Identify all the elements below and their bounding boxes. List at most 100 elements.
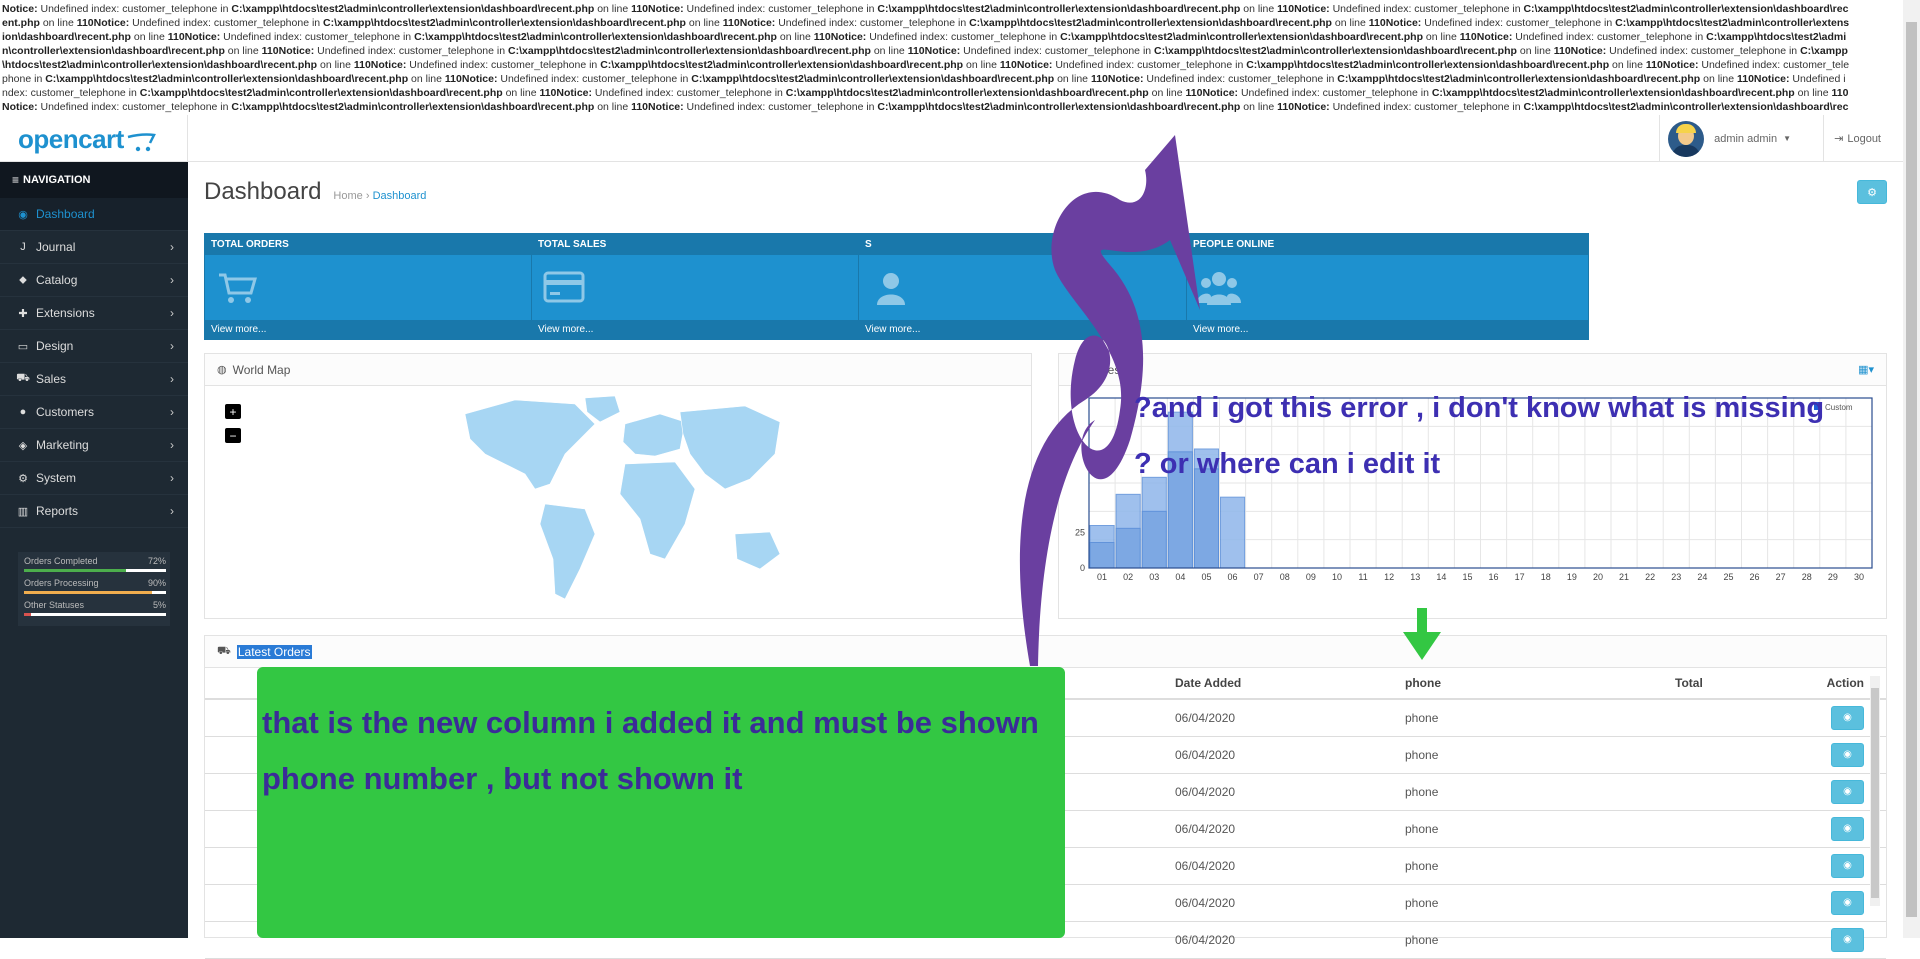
cell-total [1675, 847, 1795, 885]
sidebar-item-label: Journal [36, 240, 76, 254]
view-order-button[interactable]: ◉ [1831, 853, 1864, 878]
breadcrumb-current[interactable]: Dashboard [373, 190, 427, 202]
page-header: Dashboard Home › Dashboard [204, 178, 426, 206]
cell-total [1675, 773, 1795, 811]
dashboard-icon: ◉ [18, 208, 28, 221]
sidebar-item-label: System [36, 471, 77, 485]
view-order-button[interactable]: ◉ [1831, 705, 1864, 730]
eye-icon: ◉ [1843, 934, 1852, 945]
cell-date-added: 06/04/2020 [1175, 884, 1405, 922]
breadcrumb-home[interactable]: Home [333, 190, 362, 202]
world-map-panel: ◍ World Map + − [204, 353, 1032, 619]
cell-phone: phone [1405, 699, 1675, 737]
panel-heading: ◍ World Map [205, 354, 1031, 386]
cell-phone: phone [1405, 921, 1675, 959]
sidebar-item-extensions[interactable]: ✚ Extensions › [0, 297, 188, 330]
map-asia [679, 405, 781, 490]
eye-icon: ◉ [1843, 823, 1852, 834]
chart-x-tick-label: 16 [1489, 572, 1499, 582]
logout-link[interactable]: ⇥ Logout [1823, 115, 1881, 162]
chevron-right-icon: › [170, 372, 174, 386]
avatar [1668, 120, 1705, 157]
stat-percent: 5% [152, 600, 166, 610]
sidebar-item-catalog[interactable]: ⬥ Catalog › [0, 264, 188, 297]
nav-header[interactable]: ≡ NAVIGATION [0, 162, 188, 198]
column-header-phone[interactable]: phone [1405, 668, 1675, 700]
sidebar-item-customers[interactable]: ● Customers › [0, 396, 188, 429]
sidebar-item-system[interactable]: ⚙ System › [0, 462, 188, 495]
chart-x-tick-label: 23 [1671, 572, 1681, 582]
view-order-button[interactable]: ◉ [1831, 816, 1864, 841]
sidebar-item-design[interactable]: ▭ Design › [0, 330, 188, 363]
column-header-total[interactable]: Total [1675, 668, 1795, 700]
stat-percent: 90% [147, 578, 166, 588]
tile-view-more-link[interactable]: View more... [1187, 320, 1588, 339]
world-map[interactable] [445, 394, 785, 619]
opencart-logo[interactable]: opencart [18, 124, 156, 155]
stat-label: Orders Processing [24, 578, 99, 588]
stat-progress-fill [24, 613, 32, 616]
sidebar-item-label: Design [36, 339, 74, 353]
sidebar-item-label: Customers [36, 405, 95, 419]
eye-icon: ◉ [1843, 749, 1852, 760]
sidebar-item-journal[interactable]: J Journal › [0, 231, 188, 264]
stat-progress-bar [24, 569, 166, 572]
cell-date-added: 06/04/2020 [1175, 736, 1405, 774]
stat-row: Orders Completed 72% [24, 556, 166, 572]
column-header-date-added[interactable]: Date Added [1175, 668, 1405, 700]
eye-icon: ◉ [1843, 712, 1852, 724]
tile-footer-label: View more... [211, 324, 267, 335]
chart-x-tick-label: 27 [1776, 572, 1786, 582]
sidebar-item-reports[interactable]: ▥ Reports › [0, 495, 188, 528]
cell-total [1675, 699, 1795, 737]
chart-x-tick-label: 20 [1593, 572, 1603, 582]
view-order-button[interactable]: ◉ [1831, 742, 1864, 767]
bars-icon: ≡ [12, 173, 20, 187]
green-arrow-down-icon [1403, 608, 1441, 660]
stat-label: Orders Completed [24, 556, 98, 566]
zoom-in-button[interactable]: + [225, 404, 241, 419]
panel-scrollbar[interactable] [1870, 676, 1880, 906]
page-title: Dashboard [204, 178, 322, 205]
gear-icon: ⚙ [1867, 186, 1877, 199]
top-header: opencart admin admin ▼ ⇥ Logout [0, 115, 1903, 162]
window-scrollbar[interactable] [1903, 0, 1920, 938]
puzzle-icon: ✚ [18, 307, 28, 320]
breadcrumb: Home › Dashboard [333, 190, 426, 202]
map-africa [619, 461, 696, 560]
zoom-out-button[interactable]: − [225, 428, 241, 443]
view-order-button[interactable]: ◉ [1831, 890, 1864, 915]
sidebar-item-label: Marketing [36, 438, 89, 452]
chart-x-tick-label: 17 [1515, 572, 1525, 582]
view-order-button[interactable]: ◉ [1831, 779, 1864, 804]
tile-heading: PEOPLE ONLINE [1187, 234, 1588, 255]
map-europe [622, 413, 686, 457]
settings-button[interactable]: ⚙ [1857, 180, 1887, 204]
cell-total [1675, 884, 1795, 922]
sidebar-item-label: Dashboard [36, 207, 95, 221]
tag-icon: ⬥ [19, 273, 27, 286]
calendar-dropdown-icon[interactable]: ▦▾ [1858, 363, 1874, 376]
sidebar-item-marketing[interactable]: ◈ Marketing › [0, 429, 188, 462]
user-menu[interactable]: admin admin ▼ [1659, 115, 1791, 162]
tile-title: TOTAL ORDERS [211, 239, 289, 250]
chart-x-tick-label: 18 [1541, 572, 1551, 582]
sidebar-item-dashboard[interactable]: ◉ Dashboard [0, 198, 188, 231]
cell-date-added: 06/04/2020 [1175, 921, 1405, 959]
chart-x-tick-label: 21 [1619, 572, 1629, 582]
chart-x-tick-label: 22 [1645, 572, 1655, 582]
sidebar-item-sales[interactable]: ⛟ Sales › [0, 363, 188, 396]
chevron-right-icon: › [170, 471, 174, 485]
chevron-right-icon: › [170, 438, 174, 452]
chart-x-tick-label: 24 [1697, 572, 1707, 582]
purple-arrow-annotation [1019, 135, 1200, 666]
map-australia [734, 531, 781, 570]
chart-x-tick-label: 14 [1436, 572, 1446, 582]
eye-icon: ◉ [1843, 897, 1852, 908]
tile-title: S [865, 239, 872, 250]
sidebar-item-label: Extensions [36, 306, 95, 320]
chart-legend-label: Custom [1825, 403, 1853, 412]
view-order-button[interactable]: ◉ [1831, 927, 1864, 952]
stat-progress-bar [24, 591, 166, 594]
bar-chart-icon: ▥ [17, 505, 29, 518]
